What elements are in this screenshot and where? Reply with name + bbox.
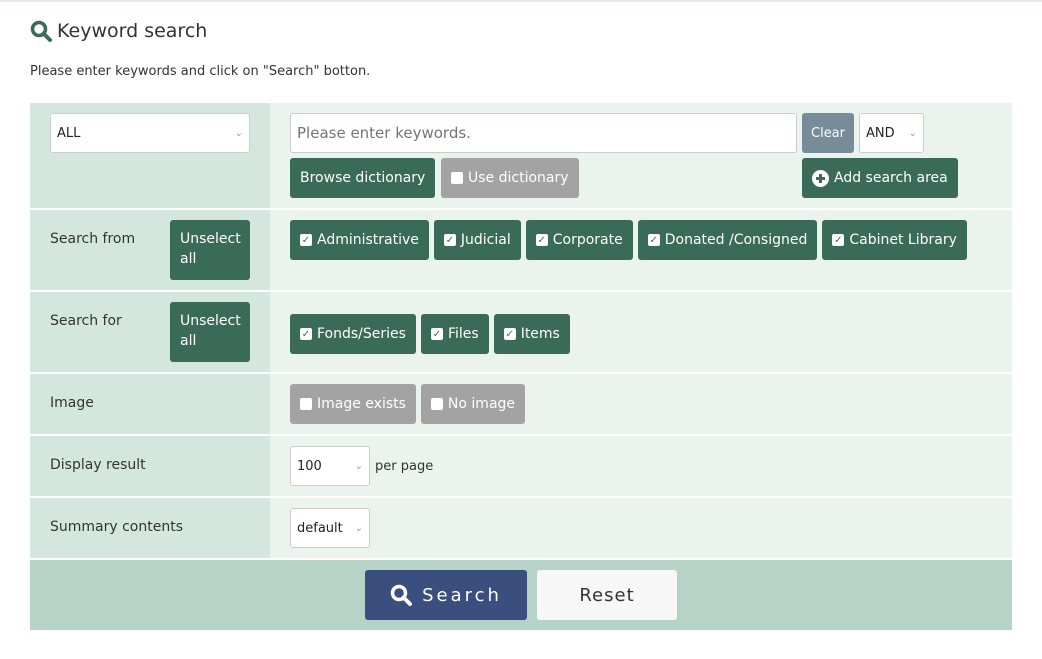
- field-select-value: ALL: [57, 125, 81, 141]
- search-from-option[interactable]: ✓ Administrative: [290, 220, 429, 260]
- operator-value: AND: [866, 125, 895, 141]
- chevron-down-icon: ⌄: [234, 127, 243, 139]
- unselect-all-search-for[interactable]: Unselect all: [170, 302, 250, 362]
- search-from-option[interactable]: ✓ Corporate: [525, 220, 633, 260]
- use-dictionary-label: Use dictionary: [468, 170, 569, 186]
- checkbox-icon[interactable]: ✓: [535, 234, 548, 246]
- field-select[interactable]: ALL ⌄: [50, 113, 250, 153]
- add-search-area-button[interactable]: Add search area: [802, 158, 958, 198]
- per-page-select[interactable]: 100 ⌄: [290, 446, 370, 486]
- search-from-option[interactable]: ✓ Judicial: [433, 220, 521, 260]
- operator-select[interactable]: AND ⌄: [859, 113, 924, 153]
- reset-button[interactable]: Reset: [537, 570, 677, 620]
- image-label: Image: [50, 395, 94, 411]
- search-for-label: Search for: [50, 313, 122, 329]
- checkbox-icon[interactable]: [300, 398, 312, 410]
- checkbox-icon[interactable]: ✓: [443, 234, 456, 246]
- checkbox-icon[interactable]: ✓: [503, 328, 516, 340]
- chevron-down-icon: ⌄: [908, 127, 917, 139]
- option-label: Judicial: [460, 232, 511, 248]
- search-for-option[interactable]: ✓ Fonds/Series: [290, 314, 416, 354]
- option-label: Corporate: [552, 232, 623, 248]
- checkbox-icon[interactable]: ✓: [300, 234, 312, 246]
- checkbox-icon[interactable]: [451, 172, 463, 184]
- checkbox-icon[interactable]: ✓: [832, 234, 845, 246]
- checkbox-icon[interactable]: ✓: [300, 328, 312, 340]
- page-title: Keyword search: [30, 20, 207, 42]
- search-from-option[interactable]: ✓ Cabinet Library: [822, 220, 967, 260]
- search-button[interactable]: Search: [365, 570, 527, 620]
- search-from-label: Search from: [50, 231, 136, 247]
- checkbox-icon[interactable]: ✓: [430, 328, 443, 340]
- use-dictionary-toggle[interactable]: Use dictionary: [441, 158, 579, 198]
- keyword-input[interactable]: [290, 113, 797, 153]
- clear-button[interactable]: Clear: [802, 113, 854, 153]
- option-label: Fonds/Series: [317, 326, 406, 342]
- search-icon: [30, 20, 52, 42]
- unselect-all-search-from[interactable]: Unselect all: [170, 220, 250, 280]
- instructions: Please enter keywords and click on "Sear…: [30, 64, 371, 79]
- option-label: Donated /Consigned: [664, 232, 808, 248]
- add-search-area-label: Add search area: [834, 170, 948, 186]
- display-result-label: Display result: [50, 457, 146, 473]
- checkbox-icon[interactable]: [430, 398, 443, 410]
- search-for-option[interactable]: ✓ Files: [420, 314, 489, 354]
- search-icon: [390, 584, 413, 606]
- search-for-option[interactable]: ✓ Items: [493, 314, 570, 354]
- summary-value: default: [297, 520, 343, 536]
- per-page-label: per page: [375, 458, 434, 474]
- plus-circle-icon: [812, 169, 829, 187]
- search-button-label: Search: [422, 584, 502, 606]
- summary-label: Summary contents: [50, 519, 183, 535]
- image-option[interactable]: No image: [420, 384, 526, 424]
- browse-dictionary-button[interactable]: Browse dictionary: [290, 158, 436, 198]
- option-label: Administrative: [317, 232, 419, 248]
- checkbox-icon[interactable]: ✓: [647, 234, 660, 246]
- option-label: Cabinet Library: [849, 232, 957, 248]
- option-label: Files: [447, 326, 479, 342]
- summary-select[interactable]: default ⌄: [290, 508, 370, 548]
- image-option[interactable]: Image exists: [290, 384, 416, 424]
- option-label: Image exists: [317, 396, 406, 412]
- chevron-down-icon: ⌄: [354, 522, 363, 534]
- option-label: Items: [520, 326, 560, 342]
- chevron-down-icon: ⌄: [354, 460, 363, 472]
- search-from-option[interactable]: ✓ Donated /Consigned: [637, 220, 818, 260]
- option-label: No image: [447, 396, 516, 412]
- per-page-value: 100: [297, 458, 322, 474]
- search-form: ALL ⌄ Clear AND ⌄ Browse dictionary Use di…: [30, 103, 1012, 630]
